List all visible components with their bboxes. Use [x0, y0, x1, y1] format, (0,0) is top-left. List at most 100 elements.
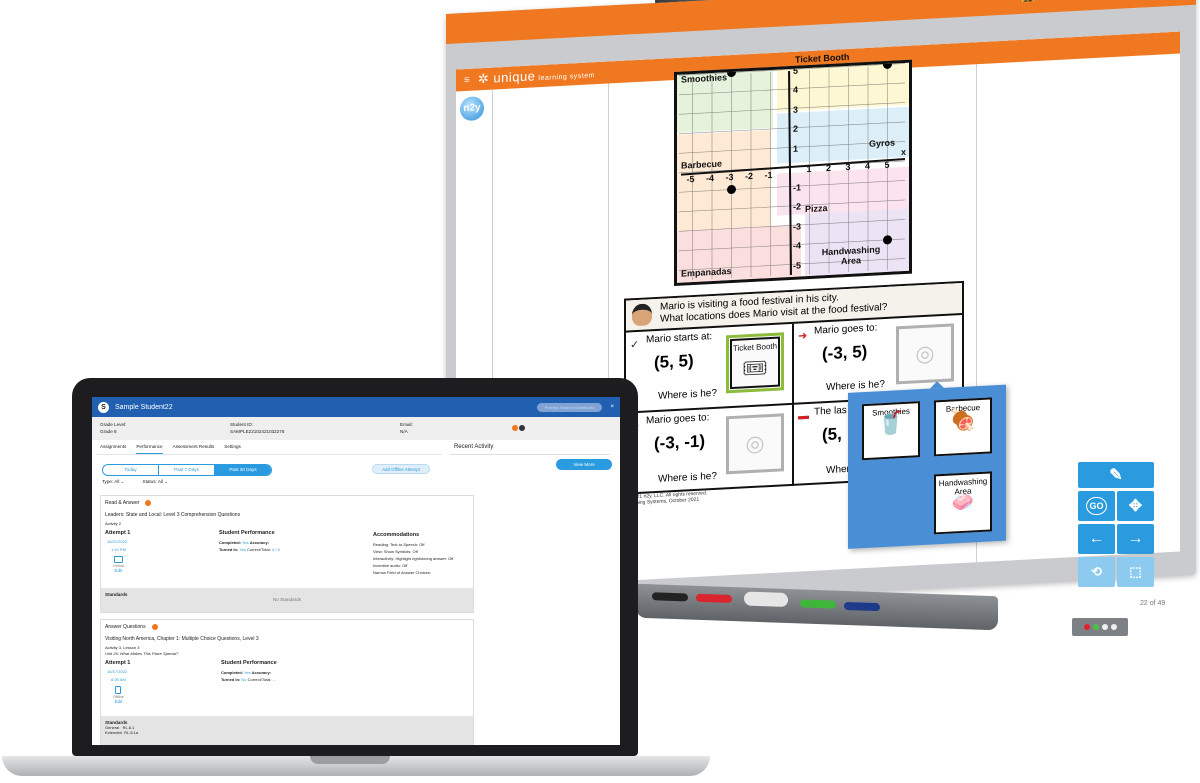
email-value: N/A: [400, 429, 408, 434]
add-offline-attempt-button[interactable]: Add Offline Attempt: [372, 464, 430, 474]
next-button[interactable]: →: [1117, 524, 1154, 554]
tab-performance[interactable]: Performance: [136, 444, 163, 454]
type-filter[interactable]: Type: All ⌄: [102, 479, 125, 485]
card-unit: Unit 26: What Makes This Place Special?: [105, 651, 179, 656]
card-subtitle: Activity 2: [105, 521, 122, 526]
n2y-logo[interactable]: n2y: [460, 96, 484, 122]
eraser[interactable]: [744, 591, 788, 607]
choice-handwashing[interactable]: Handwashing Area 🧼: [934, 471, 992, 535]
cell-heading: Mario starts at:: [646, 331, 713, 346]
popup-pointer: [930, 380, 944, 389]
answer-choices-popup: Smoothies 🥤 Barbecue 🍖 Handwashing Area …: [848, 380, 1006, 549]
completed-label: Completed:: [221, 670, 243, 675]
email-info: Email: N/A: [400, 421, 512, 436]
correct-label: Correct/Total:: [246, 547, 271, 552]
go-button[interactable]: GO: [1078, 491, 1115, 521]
axis-tick-label: 2: [793, 123, 799, 134]
student-avatar: S: [98, 401, 109, 413]
student-info: Grade Level: Grade 8 Student ID: SAMPLE2…: [92, 417, 620, 440]
choice-barbecue[interactable]: Barbecue 🍖: [934, 397, 992, 457]
answer-slot-filled[interactable]: Ticket Booth 🎟: [726, 332, 784, 394]
card-subtitle: Activity 3, Lesson 3: [105, 645, 140, 650]
recent-divider: [450, 454, 610, 455]
turned-in-label: Turned In:: [219, 547, 239, 552]
cell-question: Wher: [826, 463, 850, 477]
pen-tool-button[interactable]: ✎: [1078, 462, 1154, 488]
black-pen[interactable]: [652, 592, 688, 602]
accommodation-item: Reading: Text-to-Speech: Off: [373, 542, 425, 547]
grid-line: [679, 219, 905, 232]
target-icon: ◎: [915, 340, 935, 367]
range-past-30-days[interactable]: Past 30 Days: [215, 465, 271, 475]
tab-assignments[interactable]: Assignments: [100, 444, 126, 454]
turned-in-row: Turned In: No Correct/Total: --: [221, 676, 277, 683]
accuracy-label: Accuracy:: [249, 540, 270, 545]
view-more-button[interactable]: View More: [556, 459, 612, 470]
standard-extended: Extended RL.8.1a: [105, 730, 139, 735]
cell-heading: Mario goes to:: [814, 322, 878, 337]
user-email[interactable]: marketing.demo@n2y.com: [1043, 0, 1162, 1]
axis-tick-label: 2: [826, 162, 832, 174]
location-point: [727, 185, 736, 195]
user-area: 🔔 marketing.demo@n2y.com ♥: [1021, 0, 1186, 4]
edit-link[interactable]: Edit: [113, 699, 124, 704]
steps-icon: ✓: [630, 338, 640, 352]
turned-in-value: Yes: [239, 547, 246, 552]
edit-link[interactable]: Edit: [113, 568, 124, 573]
accommodation-item: View: Show Symbols: Off: [373, 549, 418, 554]
choice-smoothies[interactable]: Smoothies 🥤: [862, 401, 920, 461]
page-indicator: 22 of 49: [1140, 600, 1166, 607]
accommodation-item: Interactivity: Highlight right/wrong ans…: [373, 556, 454, 561]
student-header: S Sample Student22 Preview Student Dashb…: [92, 397, 620, 417]
lasso-icon: ⟲: [1091, 564, 1102, 579]
answer-slot-empty[interactable]: ◎: [726, 413, 784, 475]
move-tool-button[interactable]: ✥: [1117, 491, 1154, 521]
laptop-screen: S Sample Student22 Preview Student Dashb…: [92, 397, 620, 745]
brand-tagline: learning system: [538, 72, 595, 83]
card-type-label: Read & Answer: [105, 500, 140, 506]
pen-icon: ✎: [1109, 467, 1123, 484]
label-handwashing: Handwashing Area: [821, 244, 881, 267]
student-performance: Student Performance Completed: Yes Accur…: [219, 530, 280, 553]
lasso-button[interactable]: ⟲: [1078, 557, 1115, 587]
tabs-divider: [96, 454, 442, 455]
cell-question: Where is he?: [658, 470, 717, 485]
activity-badge-icon: [151, 624, 158, 630]
document-icon: [115, 686, 122, 694]
answer-text: Ticket Booth: [732, 341, 778, 353]
label-ticket-booth: Ticket Booth: [795, 51, 850, 65]
activity-badge-icon: [145, 500, 152, 506]
axis-tick-label: 4: [793, 84, 799, 95]
status-filter[interactable]: Status: All ⌄: [143, 479, 169, 485]
status-icons: [512, 425, 525, 436]
recent-activity-heading: Recent Activity: [454, 444, 494, 450]
blue-pen[interactable]: [844, 601, 880, 612]
axis-tick-label: 3: [845, 161, 851, 173]
arrow-right-icon: ➜: [798, 330, 808, 343]
arrow-right-icon: →: [1127, 530, 1144, 547]
performance-heading: Student Performance: [221, 660, 277, 666]
tab-settings[interactable]: Settings: [224, 444, 241, 454]
bell-icon[interactable]: 🔔: [1021, 0, 1035, 3]
previous-button[interactable]: ←: [1078, 524, 1115, 554]
card-title: Leaders: State and Local: Level 3 Compre…: [105, 512, 241, 518]
preview-dashboard-button[interactable]: Preview Student Dashboard: [536, 402, 603, 412]
tab-assessment-results[interactable]: Assessment Results: [173, 444, 215, 454]
range-today[interactable]: Today: [103, 465, 159, 475]
date-range-toggle: Today Past 7 Days Past 30 Days: [102, 464, 272, 476]
answer-slot-empty[interactable]: ◎: [896, 323, 954, 385]
completed-value: Yes: [242, 540, 249, 545]
menu-icon[interactable]: ≡: [464, 74, 470, 85]
axis-tick-label: 5: [793, 65, 799, 76]
range-past-7-days[interactable]: Past 7 Days: [159, 465, 215, 475]
close-icon[interactable]: ×: [610, 404, 614, 410]
grade-info: Grade Level: Grade 8: [100, 421, 230, 436]
axis-tick-label: -5: [686, 173, 695, 185]
green-pen[interactable]: [800, 599, 836, 609]
student-name: Sample Student22: [115, 403, 173, 411]
accommodation-item: Narrow Field of Answer Choices:: [373, 570, 432, 575]
worksheet-cell: ➜ Mario goes to: (-3, -1) Where is he? ◎: [626, 404, 794, 495]
lasso-select-button[interactable]: ⬚: [1117, 557, 1154, 587]
red-pen[interactable]: [696, 593, 732, 604]
grid-line: [679, 121, 905, 135]
